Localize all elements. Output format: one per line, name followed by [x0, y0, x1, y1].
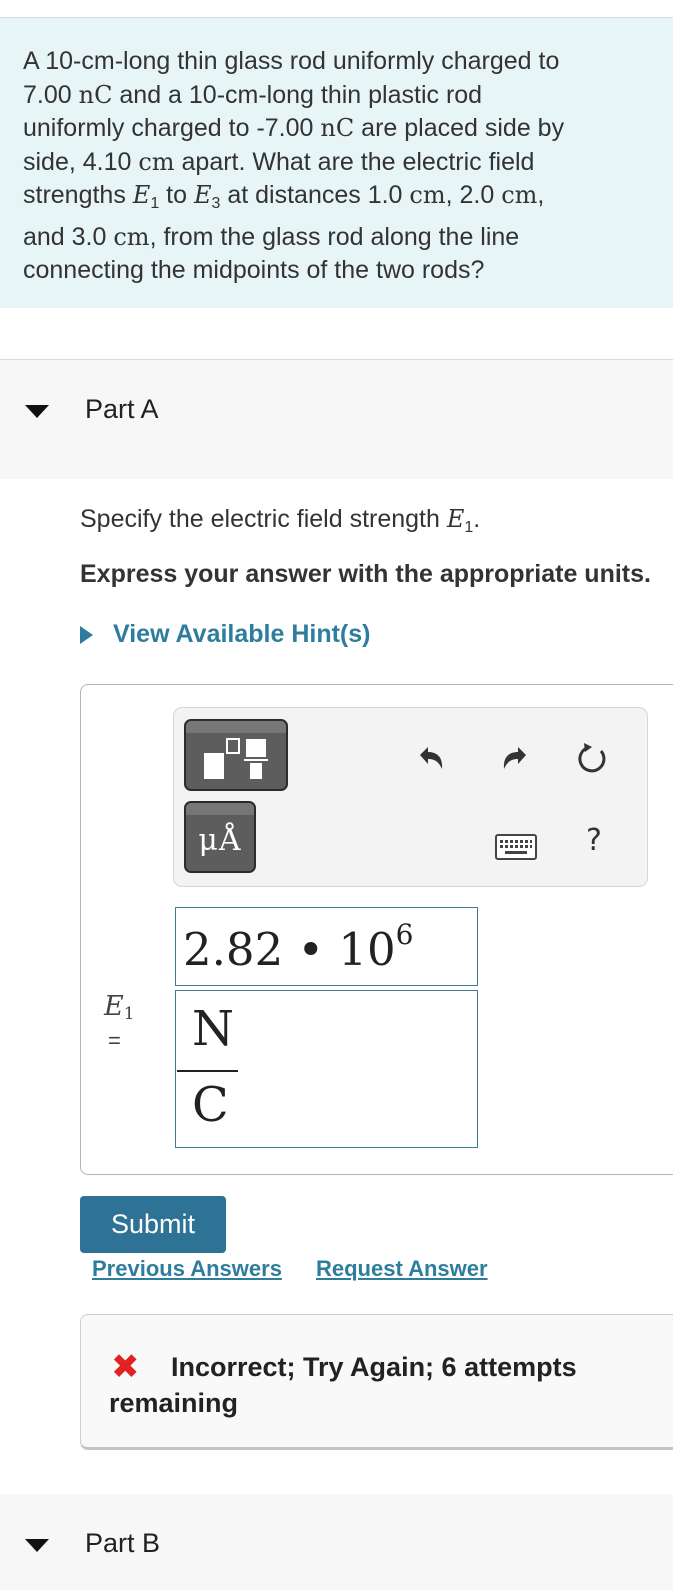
keyboard-icon[interactable]: [495, 834, 537, 860]
answer-variable-label: E1: [104, 991, 135, 1024]
unit-cm: cm: [409, 181, 446, 209]
previous-answers-link[interactable]: Previous Answers: [92, 1256, 282, 1282]
part-a-header[interactable]: Part A: [0, 359, 673, 479]
feedback-message: Incorrect; Try Again; 6 attempts remaini…: [109, 1352, 577, 1418]
undo-icon[interactable]: [410, 738, 450, 778]
var-e: E: [104, 991, 124, 1022]
problem-line: ,: [537, 181, 545, 209]
fraction-template-icon: [204, 738, 268, 779]
view-hints-link[interactable]: View Available Hint(s): [80, 620, 370, 649]
var-subscript: 1: [150, 195, 160, 212]
problem-statement: A 10-cm-long thin glass rod uniformly ch…: [23, 45, 653, 288]
var-e: E: [446, 505, 465, 533]
collapse-triangle-icon[interactable]: [25, 1539, 49, 1552]
unit-cm: cm: [501, 181, 538, 209]
problem-line: strengths: [23, 181, 133, 209]
part-b-label: Part B: [85, 1528, 161, 1558]
problem-line: at distances 1.0: [220, 181, 410, 209]
reset-icon[interactable]: [572, 739, 612, 779]
answer-unit-field[interactable]: N C: [175, 990, 478, 1148]
problem-line: , 2.0: [445, 181, 502, 209]
submit-button[interactable]: Submit: [80, 1196, 226, 1253]
unit-denominator: C: [192, 1077, 229, 1133]
button-header: [186, 721, 286, 733]
expand-arrow-icon: [80, 625, 93, 644]
units-icon: μÅ: [198, 823, 242, 858]
var-subscript: 1: [123, 1004, 135, 1024]
var-subscript: 1: [464, 519, 474, 536]
prompt-text: Specify the electric field strength: [80, 505, 447, 533]
part-b-header[interactable]: Part B: [0, 1494, 673, 1590]
problem-line: and a 10-cm-long thin plastic rod: [112, 80, 483, 109]
hint-label: View Available Hint(s): [113, 620, 371, 648]
unit-nc: nC: [78, 80, 113, 109]
problem-line: and 3.0: [23, 222, 114, 251]
problem-statement-panel: A 10-cm-long thin glass rod uniformly ch…: [0, 18, 673, 308]
value-multiply-dot: •: [283, 923, 339, 976]
part-a-label: Part A: [85, 394, 159, 424]
problem-line: are placed side by: [354, 114, 565, 142]
answer-value: 2.82 • 106: [183, 918, 413, 976]
redo-icon[interactable]: [496, 738, 536, 778]
problem-line: side, 4.10: [23, 147, 139, 176]
help-button[interactable]: ?: [586, 823, 602, 858]
collapse-triangle-icon[interactable]: [25, 405, 49, 418]
value-mantissa: 2.82: [183, 923, 284, 976]
incorrect-x-icon: ✖: [111, 1347, 140, 1387]
problem-line: apart. What are the electric field: [174, 147, 535, 176]
templates-button[interactable]: [184, 719, 288, 791]
answer-instructions: Express your answer with the appropriate…: [80, 560, 651, 588]
answer-value-field[interactable]: 2.82 • 106: [175, 907, 478, 986]
fraction-bar: [177, 1070, 238, 1072]
unit-numerator: N: [192, 1001, 234, 1057]
var-e: E: [193, 181, 212, 209]
var-e: E: [132, 181, 151, 209]
equals-sign: =: [108, 1028, 121, 1053]
value-base: 10: [338, 923, 396, 976]
problem-line: to: [159, 181, 194, 209]
units-button[interactable]: μÅ: [184, 801, 256, 873]
unit-nc: nC: [320, 114, 355, 142]
unit-cm: cm: [113, 222, 150, 251]
problem-line: A 10-cm-long thin glass rod uniformly ch…: [23, 47, 560, 75]
problem-line: uniformly charged to -7.00: [23, 114, 321, 142]
prompt-text: .: [473, 505, 481, 533]
button-header: [186, 803, 254, 815]
unit-cm: cm: [138, 147, 175, 176]
problem-line: connecting the midpoints of the two rods…: [23, 256, 485, 284]
problem-line: 7.00: [23, 80, 79, 109]
question-prompt: Specify the electric field strength E1.: [80, 505, 480, 537]
problem-line: , from the glass rod along the line: [149, 222, 520, 251]
request-answer-link[interactable]: Request Answer: [316, 1256, 488, 1282]
keyboard-keys: [500, 840, 532, 854]
value-exponent: 6: [395, 918, 414, 951]
